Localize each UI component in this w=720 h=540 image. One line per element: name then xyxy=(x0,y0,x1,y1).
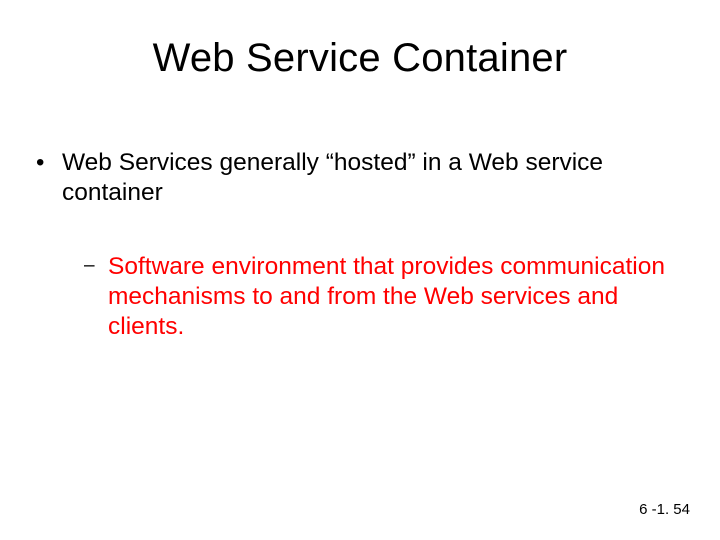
slide: Web Service Container • Web Services gen… xyxy=(0,0,720,540)
sub-bullet-text: Software environment that provides commu… xyxy=(108,252,676,342)
bullet-level-1: • Web Services generally “hosted” in a W… xyxy=(36,148,676,208)
bullet-text: Web Services generally “hosted” in a Web… xyxy=(62,148,676,208)
slide-body: • Web Services generally “hosted” in a W… xyxy=(36,148,676,341)
slide-number: 6 -1. 54 xyxy=(639,501,690,518)
bullet-marker: • xyxy=(36,148,62,177)
bullet-level-2: – Software environment that provides com… xyxy=(84,252,676,342)
slide-title: Web Service Container xyxy=(0,36,720,81)
dash-marker: – xyxy=(84,252,108,281)
